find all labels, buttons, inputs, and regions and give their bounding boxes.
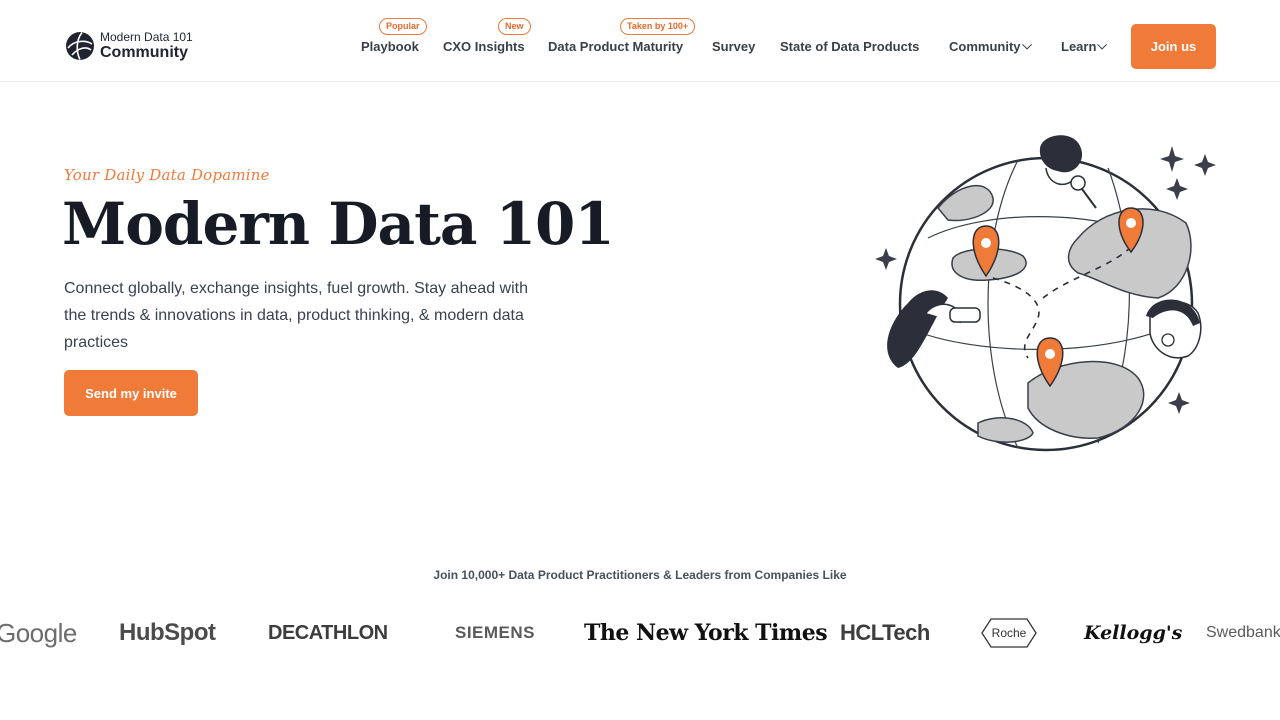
globe-logo-icon [66,32,94,60]
logo-kelloggs: Kellogg's [1084,622,1183,644]
hero-tagline: Your Daily Data Dopamine [64,166,270,184]
send-invite-button[interactable]: Send my invite [64,370,198,416]
brand-name-top: Modern Data 101 [100,30,193,44]
nav-item-community[interactable]: Community [949,39,1032,54]
logo-hcltech: HCLTech [840,620,930,645]
nav-item-community-label: Community [949,39,1021,54]
brand-logo[interactable]: Modern Data 101 Community [64,30,193,62]
nav-item-learn-label: Learn [1061,39,1097,54]
hero-description: Connect globally, exchange insights, fue… [64,280,528,351]
badge-taken-by: Taken by 100+ [620,18,696,35]
chevron-down-icon [1097,39,1108,50]
logo-swedbank: Swedbank [1206,624,1280,641]
nav-item-cxo-insights[interactable]: CXO Insights [443,39,525,54]
badge-new: New [498,18,531,35]
logo-roche: Roche [981,615,1037,651]
logo-new-york-times: The New York Times [584,620,828,646]
nav-item-state-of-data-products[interactable]: State of Data Products [780,39,919,54]
globe-people-illustration [875,135,1216,452]
logo-roche-text: Roche [991,626,1027,640]
nav-item-survey[interactable]: Survey [712,39,755,54]
logo-decathlon: DECATHLON [268,621,388,644]
hero-title: Modern Data 101 [62,190,615,258]
companies-heading: Join 10,000+ Data Product Practitioners … [433,568,847,582]
nav-item-learn[interactable]: Learn [1061,39,1108,54]
logo-hubspot: HubSpot [119,619,216,646]
badge-popular: Popular [379,18,427,35]
brand-name-bottom: Community [100,44,188,61]
chevron-down-icon [1021,39,1032,50]
join-us-button[interactable]: Join us [1131,24,1216,69]
nav-item-data-product-maturity[interactable]: Data Product Maturity [548,39,683,54]
site-header: Modern Data 101 Community Popular Playbo… [0,0,1280,82]
logo-google: Google [0,617,77,648]
nav-item-playbook[interactable]: Playbook [361,39,419,54]
logo-siemens: SIEMENS [455,623,536,642]
